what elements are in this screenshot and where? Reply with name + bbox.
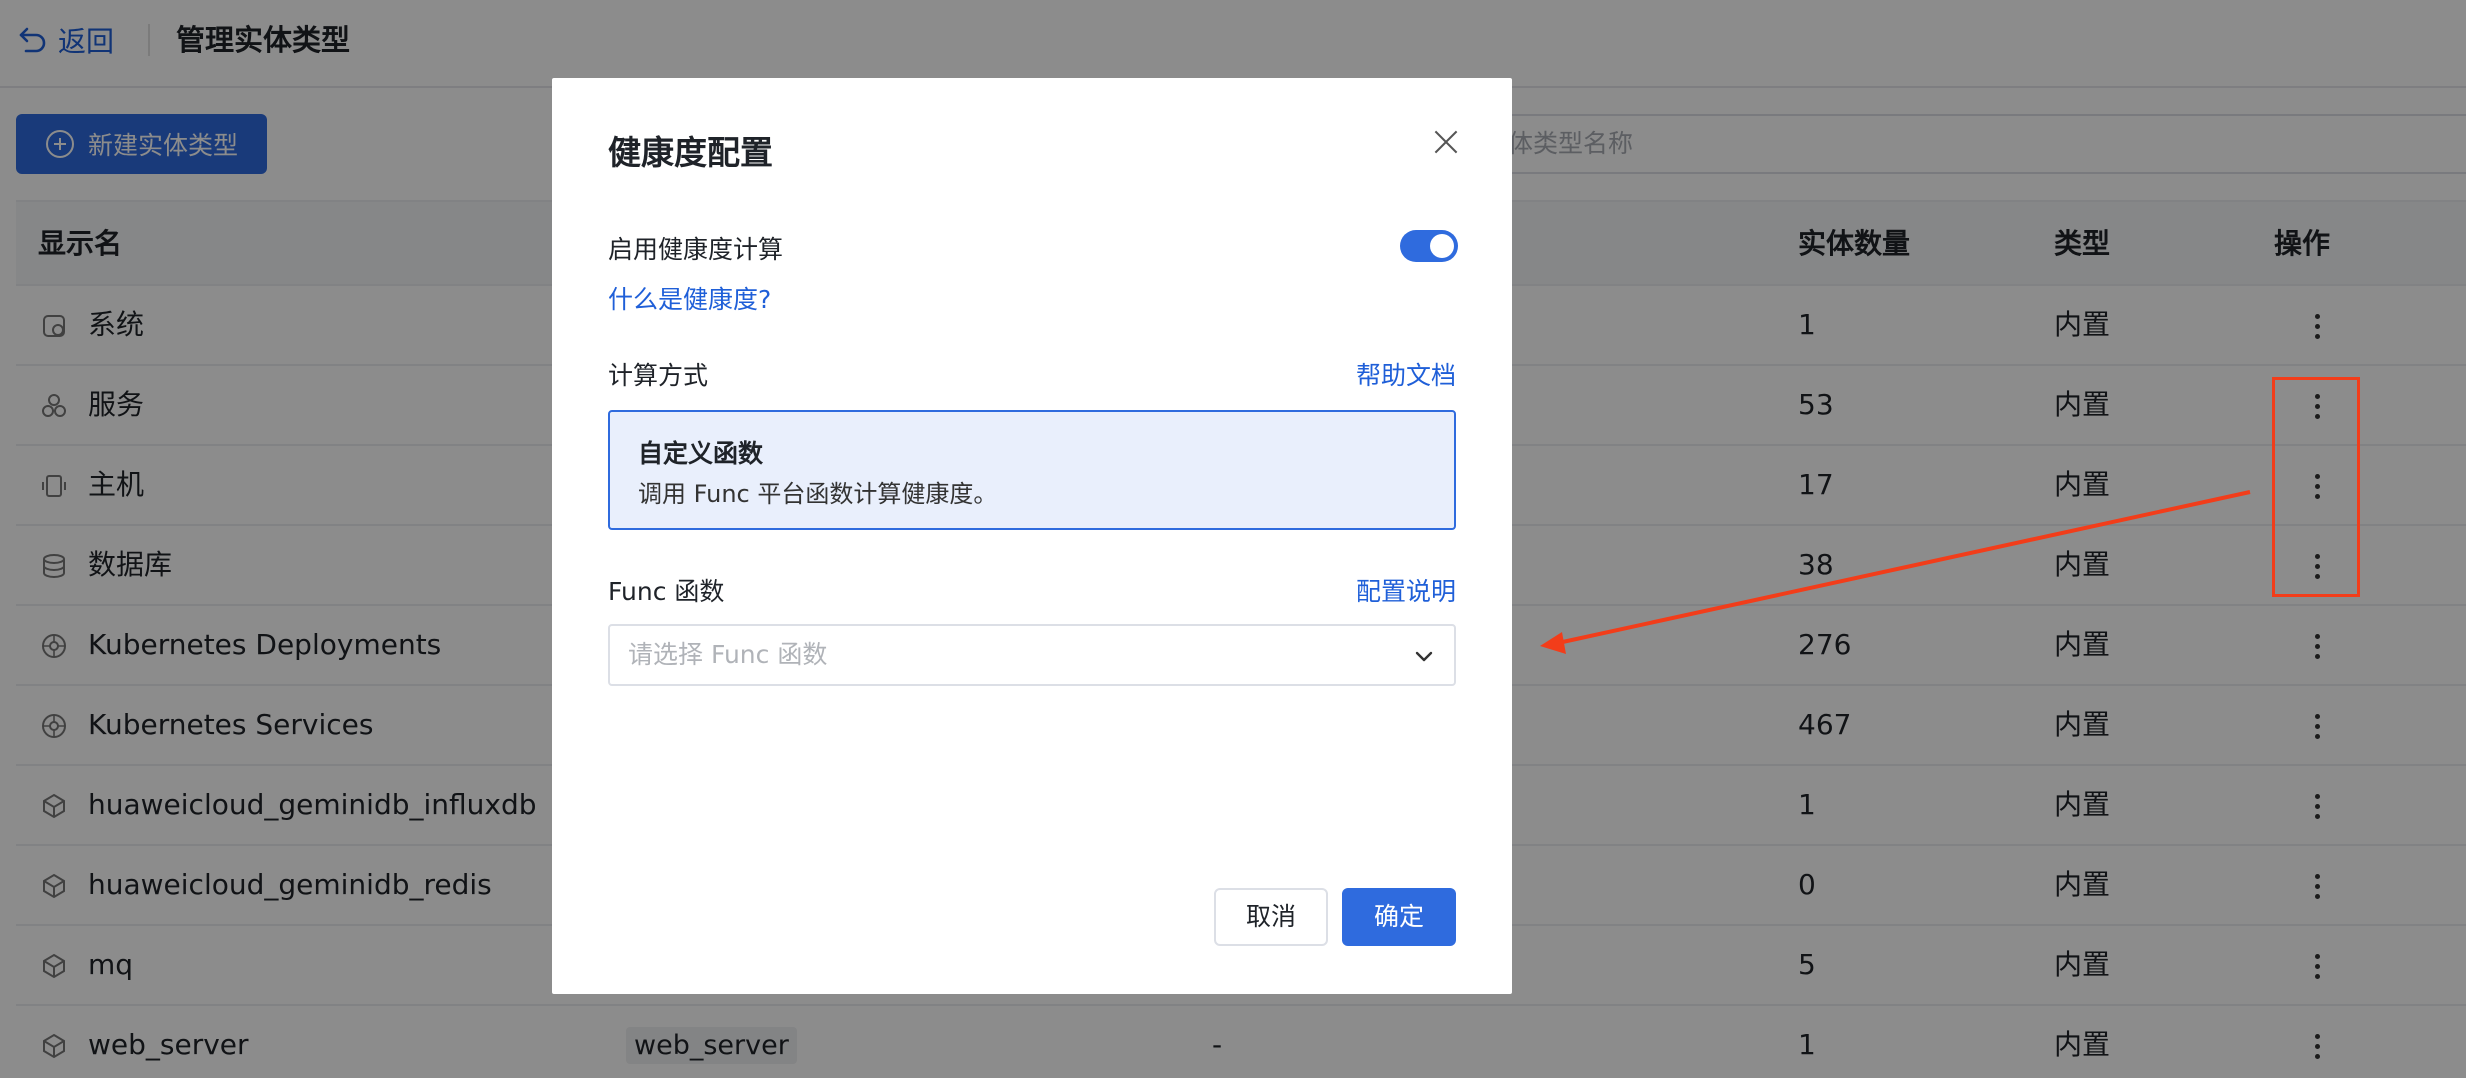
annotation-arrow xyxy=(1540,490,2251,654)
